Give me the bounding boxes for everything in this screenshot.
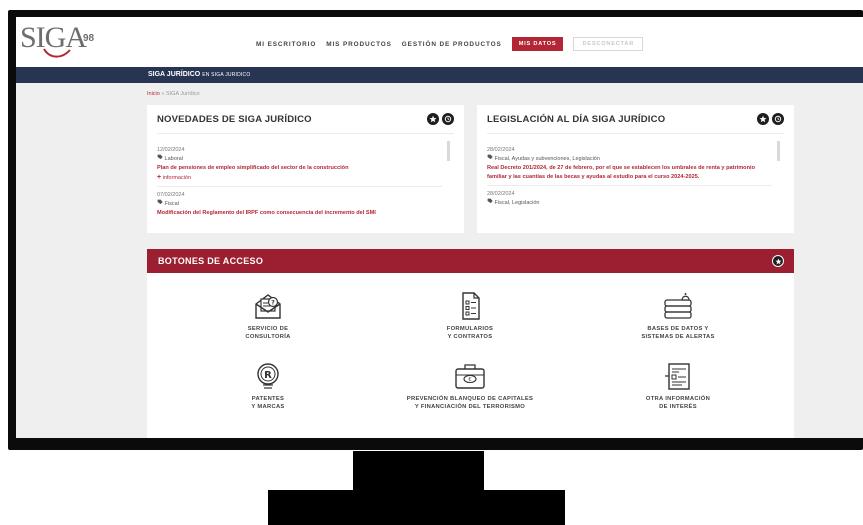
legislacion-controls [754, 113, 784, 125]
news-date: 12/02/2024 [157, 147, 185, 153]
access-title: BOTONES DE ACCESO [158, 256, 264, 266]
list-item: 28/02/2024 Fiscal, Ayudas y subvenciones… [487, 147, 772, 182]
tile-bases-datos-alertas[interactable]: BASES DE DATOS Y SISTEMAS DE ALERTAS [588, 291, 768, 341]
panel-divider [487, 133, 784, 134]
novedades-star-button[interactable] [427, 113, 439, 125]
list-item: 12/02/2024 Laboral Plan de pensiones de … [157, 147, 442, 183]
access-buttons-panel: BOTONES DE ACCESO ? SERVICIO DE CONSULTO… [147, 249, 794, 438]
tile-patentes-marcas[interactable]: R PATENTES Y MARCAS [178, 361, 358, 411]
news-title-link[interactable]: Plan de pensiones de empleo simplificado… [157, 164, 442, 173]
breadcrumb-separator: » [161, 91, 165, 97]
tile-prevencion-blanqueo[interactable]: € PREVENCIÓN BLANQUEO DE CAPITALES Y FIN… [380, 361, 560, 411]
star-icon [759, 115, 767, 123]
form-document-icon [462, 292, 480, 320]
legislacion-list: 28/02/2024 Fiscal, Ayudas y subvenciones… [487, 147, 772, 208]
novedades-panel: NOVEDADES DE SIGA JURÍDICO 12/02/2024 La… [147, 105, 464, 233]
history-icon [444, 115, 452, 123]
desconectar-button[interactable]: DESCONECTAR [573, 37, 644, 51]
database-bell-icon [664, 293, 692, 319]
breadcrumb-current: SIGA Jurídico [165, 91, 200, 97]
news-category: Fiscal, Legislación [487, 198, 772, 208]
plus-icon: + [157, 174, 162, 181]
tile-formularios-contratos[interactable]: FORMULARIOS Y CONTRATOS [380, 291, 560, 341]
envelope-question-icon: ? [255, 294, 281, 319]
tile-otra-informacion[interactable]: OTRA INFORMACIÓN DE INTERÉS [588, 361, 768, 411]
svg-text:R: R [264, 370, 272, 381]
novedades-title: NOVEDADES DE SIGA JURÍDICO [157, 114, 312, 125]
main-nav: MI ESCRITORIO MIS PRODUCTOS GESTIÓN DE P… [256, 36, 653, 52]
tile-label: FORMULARIOS Y CONTRATOS [446, 326, 494, 340]
tag-icon [157, 199, 163, 205]
legislacion-panel: LEGISLACIÓN AL DÍA SIGA JURÍDICO 28/02/2… [477, 105, 794, 233]
monitor-stand-neck [353, 451, 484, 493]
tile-label: PATENTES Y MARCAS [251, 396, 285, 410]
news-divider [487, 185, 772, 186]
nav-mi-escritorio[interactable]: MI ESCRITORIO [256, 41, 316, 48]
tile-servicio-consultoria[interactable]: ? SERVICIO DE CONSULTORÍA [178, 291, 358, 341]
legislacion-history-button[interactable] [772, 113, 784, 125]
panel-divider [157, 133, 454, 134]
tag-icon [487, 154, 493, 160]
siga-logo[interactable]: SIGA 98 [20, 21, 120, 59]
tile-label: SERVICIO DE CONSULTORÍA [245, 326, 291, 340]
news-divider [157, 186, 442, 187]
monitor-screen: SIGA 98 MI ESCRITORIO MIS PRODUCTOS GEST… [16, 17, 863, 438]
legislacion-star-button[interactable] [757, 113, 769, 125]
nav-mis-productos[interactable]: MIS PRODUCTOS [326, 41, 392, 48]
access-star-button[interactable] [772, 255, 784, 267]
mis-datos-button[interactable]: MIS DATOS [511, 37, 564, 51]
legislacion-scrollbar[interactable] [777, 141, 780, 161]
tag-icon [487, 198, 493, 204]
nav-gestion-productos[interactable]: GESTIÓN DE PRODUCTOS [402, 41, 502, 48]
breadcrumb: Inicio » SIGA Jurídico [147, 91, 200, 97]
novedades-scrollbar[interactable] [447, 141, 450, 161]
section-title: SIGA JURÍDICO EN SIGA JURIDICO [148, 71, 250, 78]
novedades-controls [424, 113, 454, 125]
news-date: 28/02/2024 [487, 147, 515, 153]
registered-badge-icon: R [257, 363, 279, 389]
news-category: Fiscal [157, 199, 442, 209]
novedades-list: 12/02/2024 Laboral Plan de pensiones de … [157, 147, 442, 218]
news-date: 07/02/2024 [157, 192, 185, 198]
access-header: BOTONES DE ACCESO [147, 249, 794, 273]
monitor-stand-base [268, 490, 565, 525]
svg-text:€: € [468, 377, 471, 383]
tile-label: OTRA INFORMACIÓN DE INTERÉS [645, 396, 711, 410]
novedades-history-button[interactable] [442, 113, 454, 125]
news-category: Laboral [157, 154, 442, 164]
history-icon [774, 115, 782, 123]
tag-icon [157, 154, 163, 160]
top-header: SIGA 98 MI ESCRITORIO MIS PRODUCTOS GEST… [16, 17, 863, 67]
star-icon [774, 258, 782, 264]
section-bar: SIGA JURÍDICO EN SIGA JURIDICO [16, 67, 863, 83]
list-item: 28/02/2024 Fiscal, Legislación [487, 191, 772, 208]
news-date: 28/02/2024 [487, 191, 515, 197]
star-icon [429, 115, 437, 123]
logo-swoosh-icon [43, 48, 71, 58]
news-title-link[interactable]: Modificación del Reglamento del IRPF com… [157, 209, 442, 218]
logo-superscript: 98 [83, 33, 95, 44]
info-document-icon [665, 363, 690, 390]
section-title-suffix: EN SIGA JURIDICO [202, 72, 251, 78]
tile-label: BASES DE DATOS Y SISTEMAS DE ALERTAS [641, 326, 715, 340]
briefcase-money-icon: € [455, 364, 485, 389]
list-item: 07/02/2024 Fiscal Modificación del Regla… [157, 192, 442, 218]
breadcrumb-home[interactable]: Inicio [147, 91, 160, 97]
svg-text:?: ? [271, 300, 275, 307]
section-title-bold: SIGA JURÍDICO [148, 71, 201, 78]
news-title-link[interactable]: Real Decreto 201/2024, de 27 de febrero,… [487, 164, 772, 182]
more-info-link[interactable]: + información [157, 173, 442, 183]
legislacion-title: LEGISLACIÓN AL DÍA SIGA JURÍDICO [487, 114, 666, 125]
news-category: Fiscal, Ayudas y subvenciones, Legislaci… [487, 154, 772, 164]
tile-label: PREVENCIÓN BLANQUEO DE CAPITALES Y FINAN… [406, 396, 534, 410]
